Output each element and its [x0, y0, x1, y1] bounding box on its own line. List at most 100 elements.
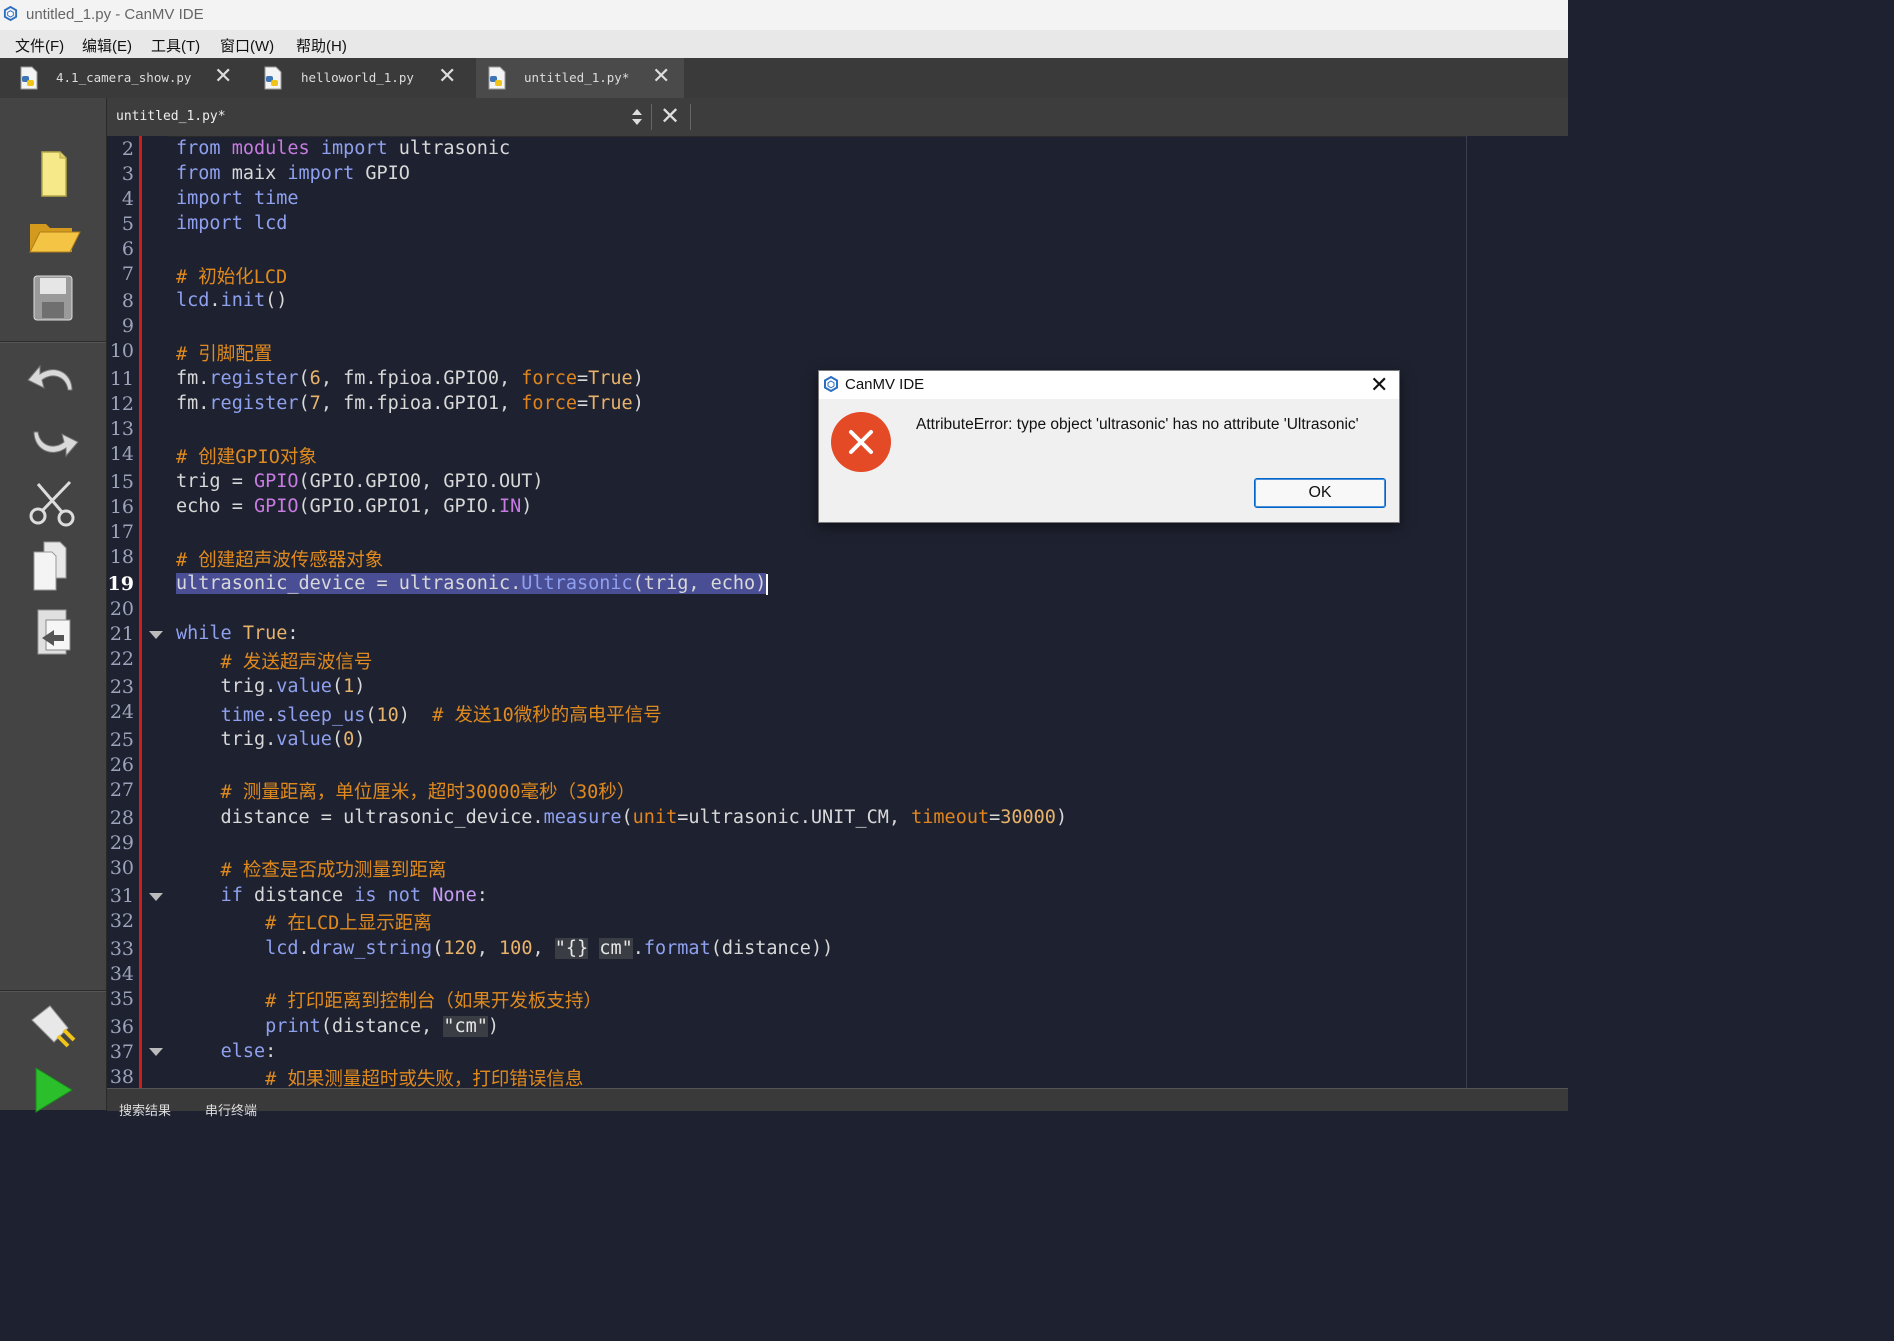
code-line: lcd.draw_string(120, 100, "{} cm".format… [265, 938, 834, 959]
line-number: 8 [121, 290, 134, 312]
tab-camera-show[interactable]: 4.1_camera_show.py ✕ [18, 58, 242, 98]
python-file-icon [488, 66, 506, 90]
run-icon[interactable] [24, 1062, 82, 1118]
menu-window[interactable]: 窗口(W) [220, 35, 274, 56]
line-number: 35 [109, 988, 134, 1010]
toolbar-divider [0, 990, 106, 992]
tab-search-results[interactable]: 搜索结果 [119, 1100, 171, 1119]
line-number: 38 [109, 1066, 134, 1088]
fold-toggle-icon[interactable] [149, 1048, 163, 1056]
line-number: 28 [109, 807, 134, 829]
app-logo-icon [824, 376, 838, 392]
menu-edit[interactable]: 编辑(E) [82, 35, 132, 56]
close-editor-icon[interactable]: ✕ [660, 102, 680, 130]
line-number: 12 [109, 393, 134, 415]
tab-untitled[interactable]: untitled_1.py* ✕ [476, 58, 684, 98]
editor-right-pane [1467, 136, 1568, 1088]
editor-file-bar: untitled_1.py* ✕ [107, 98, 1568, 137]
code-comment: # 创建GPIO对象 [176, 447, 317, 468]
ok-button[interactable]: OK [1254, 478, 1386, 508]
tab-label: untitled_1.py* [524, 70, 630, 85]
code-line: distance = ultrasonic_device.measure(uni… [176, 807, 1068, 828]
code-comment: # 测量距离，单位厘米，超时30000毫秒（30秒） [176, 782, 636, 803]
code-line: fm.register(7, fm.fpioa.GPIO1, force=Tru… [176, 393, 644, 414]
new-file-icon[interactable] [24, 146, 82, 202]
menu-file[interactable]: 文件(F) [15, 35, 64, 56]
toolbar-divider [0, 341, 106, 343]
code-line: trig.value(0) [176, 729, 366, 750]
line-number: 36 [109, 1016, 134, 1038]
code-line: while True: [176, 623, 299, 644]
code-line: from maix import GPIO [176, 163, 410, 184]
divider [651, 104, 652, 130]
line-number: 11 [109, 368, 134, 390]
code-line: lcd.init() [176, 290, 288, 311]
tab-label: 4.1_camera_show.py [56, 70, 192, 85]
line-number: 6 [121, 238, 134, 260]
line-number-current: 19 [107, 573, 134, 595]
line-number: 7 [121, 263, 134, 285]
line-number: 18 [109, 546, 134, 568]
save-icon[interactable] [24, 270, 82, 326]
error-message: AttributeError: type object 'ultrasonic'… [916, 416, 1359, 433]
line-number: 14 [109, 443, 134, 465]
close-icon[interactable]: ✕ [1370, 372, 1388, 398]
line-number: 26 [109, 754, 134, 776]
code-line: import time [176, 188, 299, 209]
error-x-icon [849, 430, 873, 454]
line-number: 27 [109, 779, 134, 801]
left-toolbar [0, 98, 107, 1113]
code-line: trig.value(1) [176, 676, 366, 697]
code-line: echo = GPIO(GPIO.GPIO1, GPIO.IN) [176, 496, 533, 517]
connect-icon[interactable] [24, 998, 82, 1054]
code-line: from modules import ultrasonic [176, 138, 511, 159]
cut-icon[interactable] [24, 476, 82, 532]
line-number: 5 [121, 213, 134, 235]
code-line: else: [220, 1041, 277, 1062]
tab-serial-terminal[interactable]: 串行终端 [205, 1100, 257, 1119]
tab-label: helloworld_1.py [301, 70, 414, 85]
fold-toggle-icon[interactable] [149, 893, 163, 901]
line-number: 34 [109, 963, 134, 985]
open-folder-icon[interactable] [24, 206, 82, 262]
line-number: 2 [121, 138, 134, 160]
line-number: 33 [109, 938, 134, 960]
line-number: 20 [109, 598, 134, 620]
code-editor[interactable]: from modules import ultrasonic from maix… [176, 136, 1466, 1090]
redo-icon[interactable] [24, 414, 82, 470]
copy-icon[interactable] [24, 538, 82, 594]
line-number: 3 [121, 163, 134, 185]
paste-icon[interactable] [24, 602, 82, 658]
dialog-title: CanMV IDE [845, 376, 925, 393]
line-number: 31 [109, 885, 134, 907]
line-number: 16 [109, 496, 134, 518]
code-comment: # 引脚配置 [176, 344, 273, 365]
python-file-icon [20, 66, 38, 90]
code-comment: # 检查是否成功测量到距离 [176, 860, 447, 881]
code-line: print(distance, "cm") [265, 1016, 500, 1037]
file-selector[interactable]: untitled_1.py* [116, 109, 226, 124]
divider [690, 104, 691, 130]
dropdown-arrows-icon[interactable] [631, 108, 643, 126]
code-comment: # 打印距离到控制台（如果开发板支持） [176, 991, 602, 1012]
menu-tools[interactable]: 工具(T) [151, 35, 200, 56]
code-line: trig = GPIO(GPIO.GPIO0, GPIO.OUT) [176, 471, 544, 492]
close-icon[interactable]: ✕ [652, 64, 670, 89]
close-icon[interactable]: ✕ [214, 64, 232, 89]
python-file-icon [264, 66, 282, 90]
code-comment: # 初始化LCD [176, 267, 288, 288]
line-number: 13 [109, 418, 134, 440]
menu-help[interactable]: 帮助(H) [296, 35, 347, 56]
modified-lines-marker [139, 136, 142, 1088]
code-comment: # 发送超声波信号 [176, 652, 373, 673]
error-dialog: CanMV IDE ✕ AttributeError: type object … [818, 370, 1400, 523]
tab-helloworld[interactable]: helloworld_1.py ✕ [262, 58, 466, 98]
close-icon[interactable]: ✕ [438, 64, 456, 89]
bottom-panel-tabs: 搜索结果 串行终端 [107, 1088, 1568, 1118]
fold-toggle-icon[interactable] [149, 631, 163, 639]
file-tab-bar: 4.1_camera_show.py ✕ helloworld_1.py ✕ u… [0, 58, 1568, 98]
undo-icon[interactable] [24, 350, 82, 406]
line-number: 21 [109, 623, 134, 645]
line-number: 15 [109, 471, 134, 493]
window-titlebar: untitled_1.py - CanMV IDE [0, 0, 1568, 30]
